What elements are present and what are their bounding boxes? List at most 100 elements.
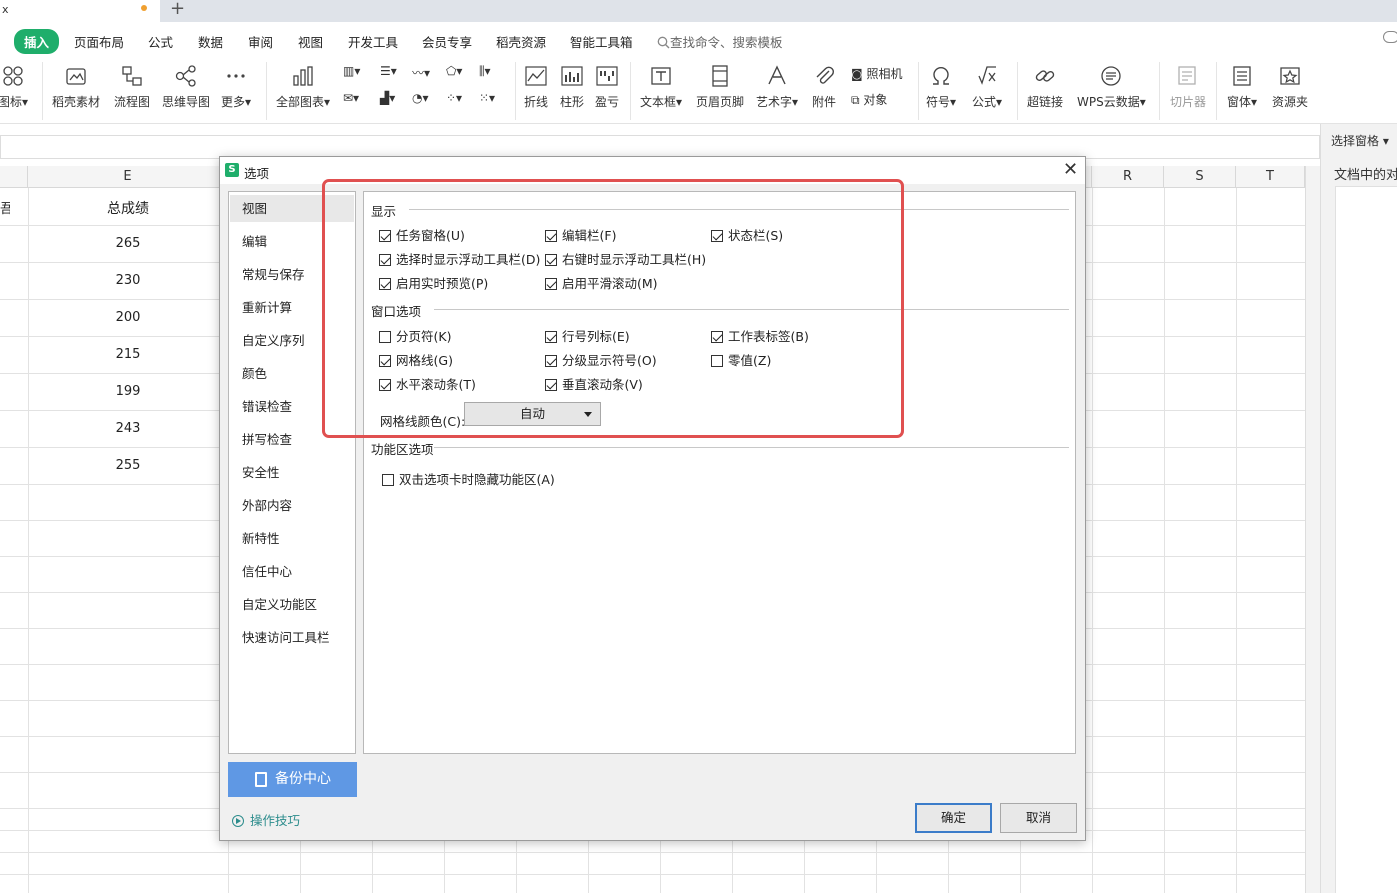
cell-score-3[interactable]: 200	[28, 310, 228, 325]
close-icon[interactable]: ✕	[1063, 159, 1078, 180]
gridline-color-select[interactable]: 自动	[464, 402, 601, 426]
column-chart-icon[interactable]: ▥▾	[343, 64, 360, 78]
cell-d1[interactable]: 吾	[0, 198, 10, 217]
docer-material-button[interactable]: 稻壳素材	[52, 64, 100, 110]
nav-item-recalculation[interactable]: 重新计算	[230, 294, 354, 321]
tab-bar: x +	[0, 0, 1397, 22]
new-tab-plus-icon[interactable]: +	[170, 0, 185, 19]
camera-button[interactable]: ◙ 照相机	[851, 65, 903, 82]
menu-member[interactable]: 会员专享	[422, 32, 472, 51]
slicer-button[interactable]: 切片器	[1170, 64, 1206, 110]
checkbox-floating-toolbar-select[interactable]: 选择时显示浮动工具栏(D)	[379, 249, 540, 268]
cell-score-7[interactable]: 255	[28, 458, 228, 473]
pie-chart-icon[interactable]: ◔▾	[412, 91, 429, 105]
header-footer-button[interactable]: 页眉页脚	[696, 64, 744, 110]
line-chart-icon[interactable]: 〰▾	[412, 64, 430, 81]
ok-button[interactable]: 确定	[915, 803, 992, 833]
icon-library-button[interactable]: 图标▾	[0, 64, 28, 110]
checkbox-live-preview[interactable]: 启用实时预览(P)	[379, 273, 488, 292]
nav-item-view[interactable]: 视图	[230, 195, 354, 222]
hyperlink-button[interactable]: 超链接	[1027, 64, 1063, 110]
area-chart-icon[interactable]: ✉▾	[343, 91, 359, 105]
wordart-button[interactable]: 艺术字▾	[756, 64, 798, 110]
radar-chart-icon[interactable]: ⬠▾	[446, 64, 462, 78]
command-search[interactable]: 查找命令、搜索模板	[657, 32, 783, 51]
menu-review[interactable]: 审阅	[248, 32, 273, 51]
combo-chart-icon[interactable]: ▟▾	[380, 91, 395, 105]
menu-data[interactable]: 数据	[198, 32, 223, 51]
checkbox-sheet-tabs[interactable]: 工作表标签(B)	[711, 326, 809, 345]
form-button[interactable]: 窗体▾	[1227, 64, 1257, 110]
nav-item-general-save[interactable]: 常规与保存	[230, 261, 354, 288]
menu-developer[interactable]: 开发工具	[348, 32, 398, 51]
cloud-icon[interactable]	[1383, 31, 1397, 43]
nav-item-trust-center[interactable]: 信任中心	[230, 558, 354, 585]
flowchart-button[interactable]: 流程图	[114, 64, 150, 110]
mindmap-button[interactable]: 思维导图	[162, 64, 210, 110]
cell-total-score-header[interactable]: 总成绩	[28, 198, 228, 218]
menu-insert[interactable]: 插入	[14, 29, 60, 54]
sparkline-line-button[interactable]: 折线	[524, 64, 548, 110]
menu-view[interactable]: 视图	[298, 32, 323, 51]
column-header-s[interactable]: S	[1164, 166, 1236, 188]
nav-item-error-check[interactable]: 错误检查	[230, 393, 354, 420]
object-button[interactable]: ⧉ 对象	[851, 91, 887, 108]
checkbox-floating-toolbar-rightclick[interactable]: 右键时显示浮动工具栏(H)	[545, 249, 706, 268]
symbol-button[interactable]: 符号▾	[926, 64, 956, 110]
cell-score-5[interactable]: 199	[28, 384, 228, 399]
nav-item-edit[interactable]: 编辑	[230, 228, 354, 255]
equation-button[interactable]: 公式▾	[972, 64, 1002, 110]
menu-page-layout[interactable]: 页面布局	[74, 32, 124, 51]
cell-score-1[interactable]: 265	[28, 236, 228, 251]
backup-center-button[interactable]: 备份中心	[228, 762, 357, 797]
nav-item-security[interactable]: 安全性	[230, 459, 354, 486]
menu-formula[interactable]: 公式	[148, 32, 173, 51]
nav-item-customize-ribbon[interactable]: 自定义功能区	[230, 591, 354, 618]
column-header-e[interactable]: E	[28, 166, 228, 188]
more-button[interactable]: 更多▾	[221, 64, 251, 110]
selection-pane-title[interactable]: 选择窗格 ▾	[1331, 132, 1389, 149]
bar-chart-horizontal-icon[interactable]: ☰▾	[380, 64, 397, 78]
checkbox-formula-bar[interactable]: 编辑栏(F)	[545, 225, 616, 244]
nav-item-quick-access-toolbar[interactable]: 快速访问工具栏	[230, 624, 354, 651]
sparkline-winloss-button[interactable]: 盈亏	[595, 64, 619, 110]
column-header-t[interactable]: T	[1236, 166, 1305, 188]
operation-tips-link[interactable]: 操作技巧	[232, 810, 300, 829]
resource-folder-button[interactable]: 资源夹	[1272, 64, 1308, 110]
menu-docer[interactable]: 稻壳资源	[496, 32, 546, 51]
column-header-d[interactable]	[0, 166, 28, 188]
cell-score-2[interactable]: 230	[28, 273, 228, 288]
column-header-r[interactable]: R	[1092, 166, 1164, 188]
checkbox-gridlines[interactable]: 网格线(G)	[379, 350, 453, 369]
vertical-scrollbar[interactable]	[1305, 166, 1320, 893]
stock-chart-icon[interactable]: ⫼▾	[479, 64, 491, 79]
nav-item-new-features[interactable]: 新特性	[230, 525, 354, 552]
checkbox-smooth-scroll[interactable]: 启用平滑滚动(M)	[545, 273, 658, 292]
scatter-chart-icon[interactable]: ⁘▾	[446, 91, 462, 105]
document-tab[interactable]: x	[0, 0, 160, 22]
sparkline-column-button[interactable]: 柱形	[560, 64, 584, 110]
checkbox-horizontal-scrollbar[interactable]: 水平滚动条(T)	[379, 374, 476, 393]
nav-item-external-content[interactable]: 外部内容	[230, 492, 354, 519]
attachment-button[interactable]: 附件	[812, 64, 836, 110]
nav-item-spell-check[interactable]: 拼写检查	[230, 426, 354, 453]
nav-item-color[interactable]: 颜色	[230, 360, 354, 387]
cell-score-6[interactable]: 243	[28, 421, 228, 436]
checkbox-row-col-headers[interactable]: 行号列标(E)	[545, 326, 630, 345]
cell-score-4[interactable]: 215	[28, 347, 228, 362]
checkbox-status-bar[interactable]: 状态栏(S)	[711, 225, 783, 244]
checkbox-zero-values[interactable]: 零值(Z)	[711, 350, 771, 369]
selection-pane-list[interactable]	[1335, 186, 1397, 893]
checkbox-task-pane[interactable]: 任务窗格(U)	[379, 225, 465, 244]
bubble-chart-icon[interactable]: ⁙▾	[479, 91, 495, 105]
checkbox-vertical-scrollbar[interactable]: 垂直滚动条(V)	[545, 374, 643, 393]
menu-smart-tools[interactable]: 智能工具箱	[570, 32, 633, 51]
wps-cloud-data-button[interactable]: WPS云数据▾	[1077, 64, 1146, 110]
cancel-button[interactable]: 取消	[1000, 803, 1077, 833]
checkbox-hide-ribbon-dblclick[interactable]: 双击选项卡时隐藏功能区(A)	[382, 469, 555, 488]
nav-item-custom-list[interactable]: 自定义序列	[230, 327, 354, 354]
textbox-button[interactable]: 文本框▾	[640, 64, 682, 110]
checkbox-outline-symbols[interactable]: 分级显示符号(O)	[545, 350, 657, 369]
checkbox-page-breaks[interactable]: 分页符(K)	[379, 326, 451, 345]
all-charts-button[interactable]: 全部图表▾	[276, 64, 330, 110]
